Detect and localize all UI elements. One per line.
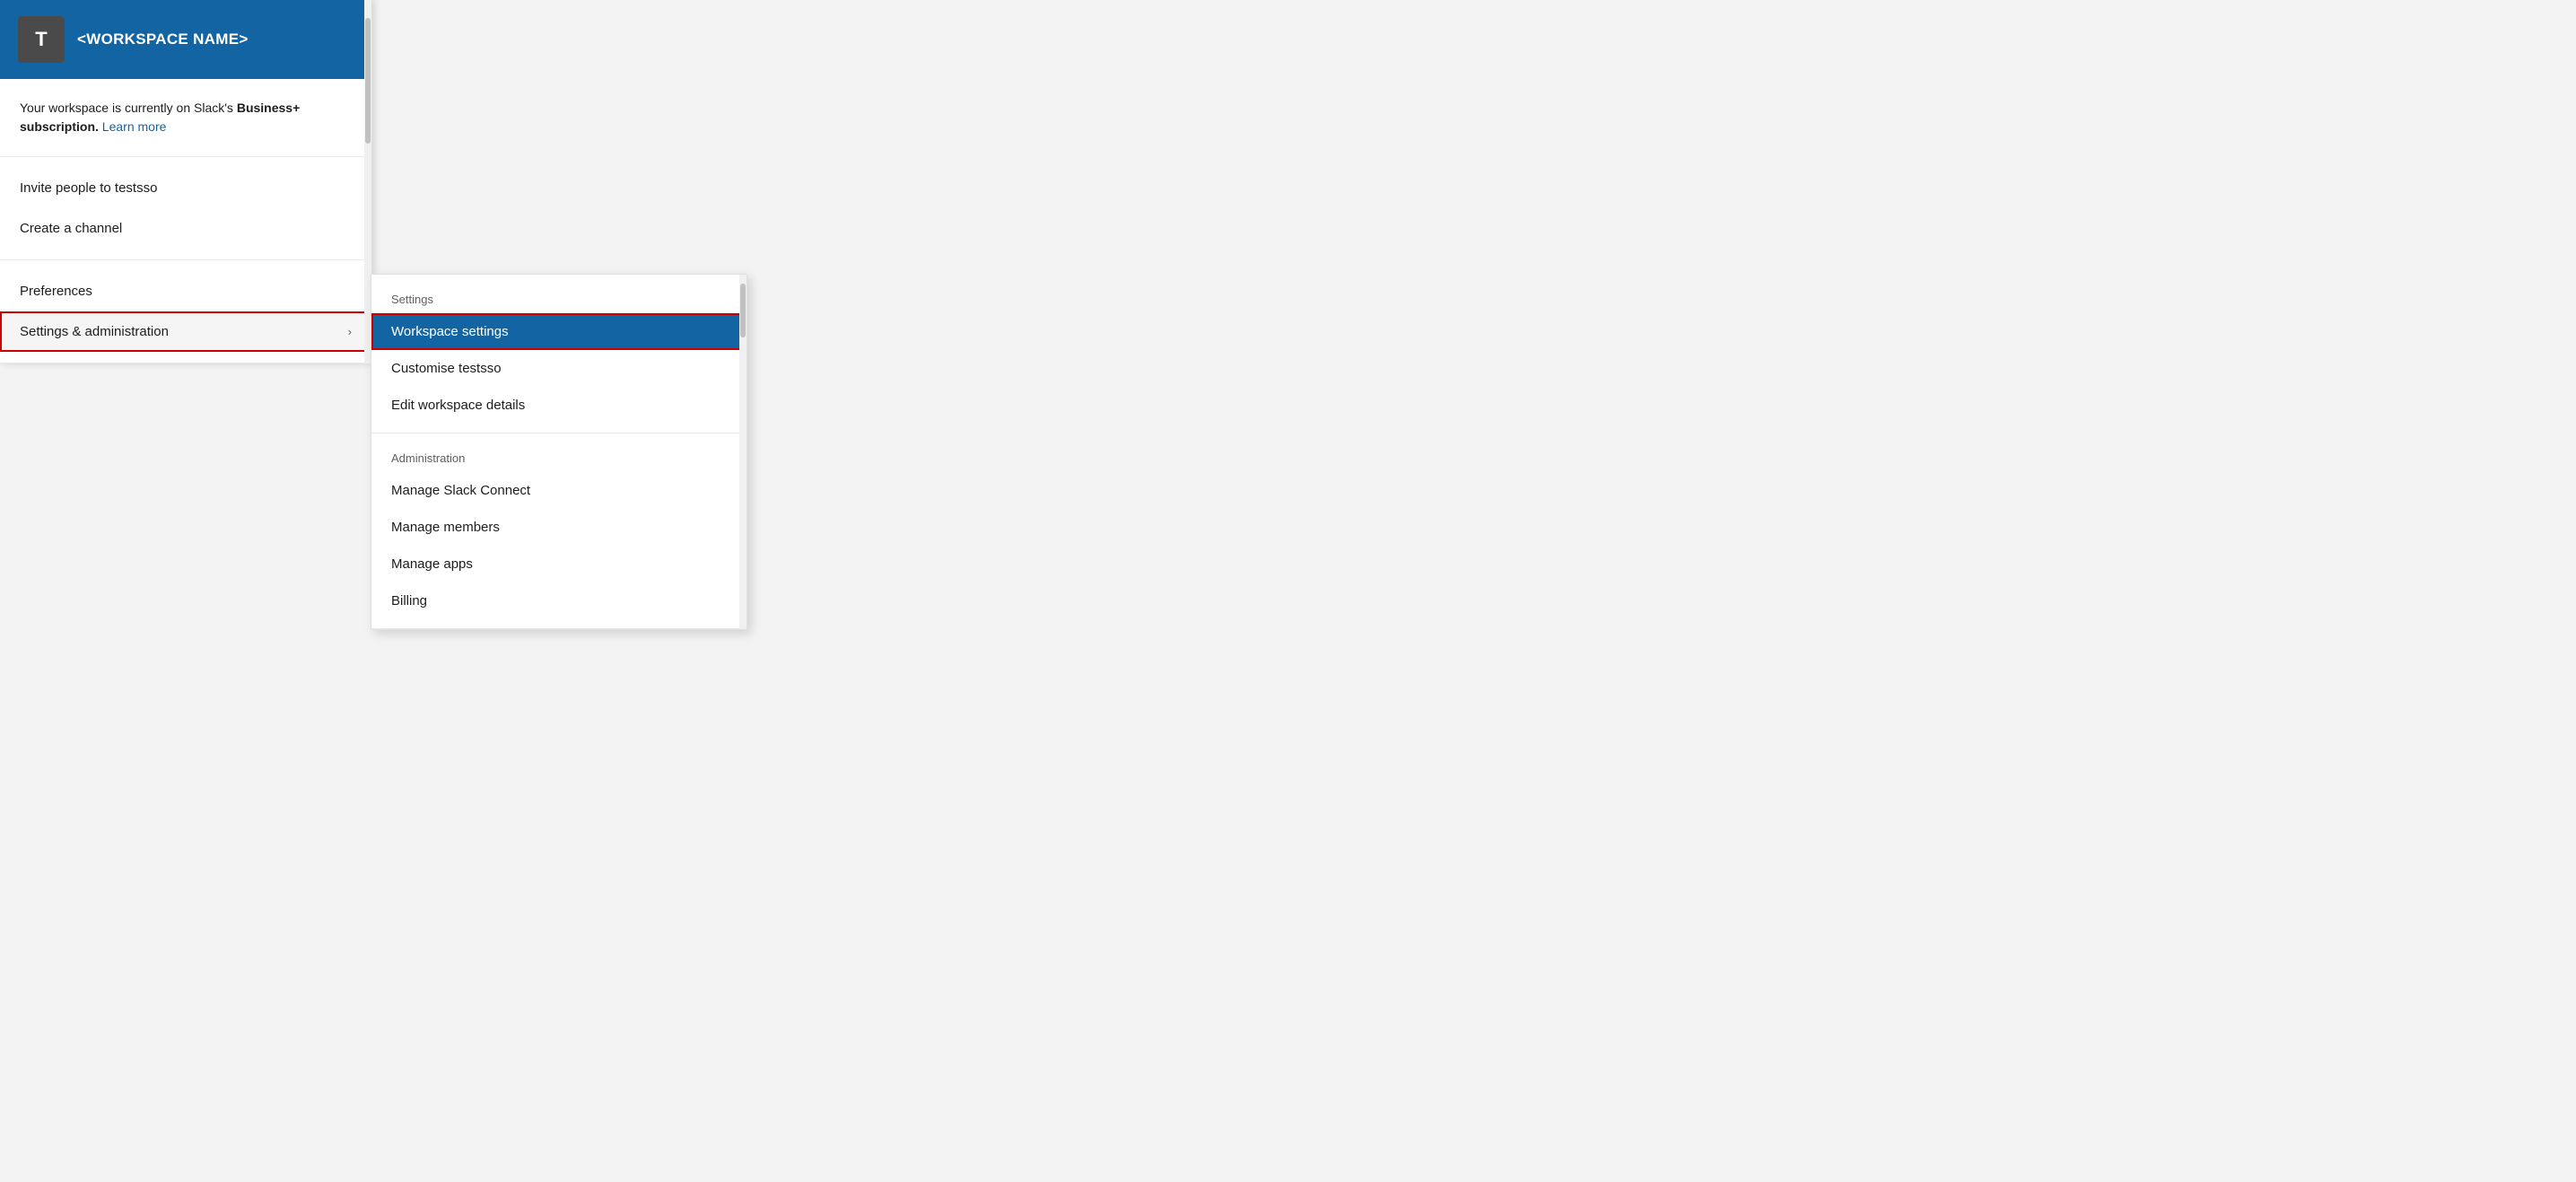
invite-people-label: Invite people to testsso [20, 180, 157, 196]
create-channel-label: Create a channel [20, 221, 122, 236]
settings-administration-item[interactable]: Settings & administration › [0, 311, 371, 352]
subscription-notice: Your workspace is currently on Slack's B… [0, 79, 371, 157]
edit-workspace-item[interactable]: Edit workspace details [371, 387, 747, 424]
billing-item[interactable]: Billing [371, 582, 747, 619]
manage-slack-connect-item[interactable]: Manage Slack Connect [371, 472, 747, 509]
preferences-settings-section: Preferences Settings & administration › [0, 260, 371, 363]
settings-section-label: Settings [371, 284, 747, 313]
invite-create-section: Invite people to testsso Create a channe… [0, 157, 371, 260]
chevron-right-icon: › [348, 325, 352, 338]
manage-members-item[interactable]: Manage members [371, 509, 747, 546]
learn-more-link[interactable]: Learn more [102, 119, 167, 134]
workspace-name: <WORKSPACE NAME> [77, 31, 249, 48]
secondary-scrollbar-track[interactable] [739, 275, 747, 629]
create-channel-item[interactable]: Create a channel [0, 208, 371, 249]
customise-item[interactable]: Customise testsso [371, 350, 747, 387]
manage-apps-item[interactable]: Manage apps [371, 546, 747, 582]
admin-submenu-section: Administration Manage Slack Connect Mana… [371, 433, 747, 629]
secondary-scrollbar-thumb [740, 284, 746, 337]
secondary-menu: Settings Workspace settings Customise te… [371, 274, 747, 630]
primary-scrollbar-thumb [365, 18, 371, 144]
subscription-text: Your workspace is currently on Slack's [20, 101, 237, 115]
workspace-header: T <WORKSPACE NAME> [0, 0, 371, 79]
settings-submenu-section: Settings Workspace settings Customise te… [371, 275, 747, 433]
settings-administration-label: Settings & administration [20, 324, 169, 339]
invite-people-item[interactable]: Invite people to testsso [0, 168, 371, 208]
preferences-item[interactable]: Preferences [0, 271, 371, 311]
preferences-label: Preferences [20, 284, 92, 299]
workspace-settings-item[interactable]: Workspace settings [371, 313, 747, 350]
workspace-avatar: T [18, 16, 65, 63]
admin-section-label: Administration [371, 442, 747, 472]
